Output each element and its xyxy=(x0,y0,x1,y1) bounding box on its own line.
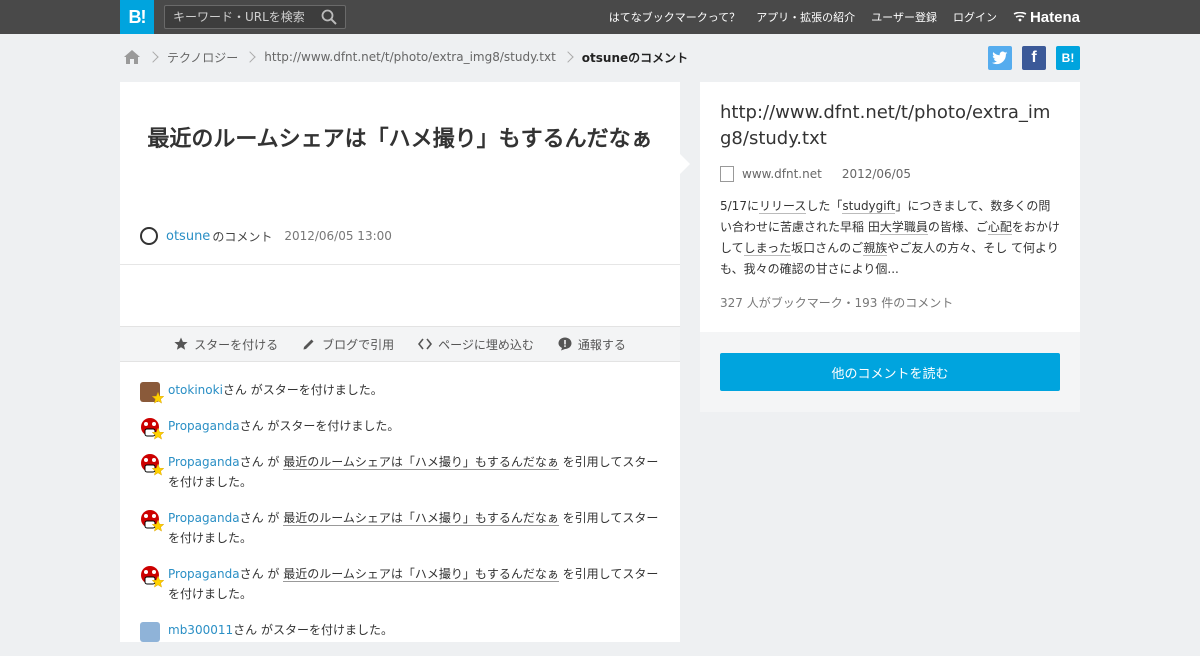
star-user-link[interactable]: Propaganda xyxy=(168,567,240,581)
comment-text: 最近のルームシェアは「ハメ撮り」もするんだなぁ xyxy=(147,127,653,152)
star-icon xyxy=(152,428,164,440)
facebook-share-button[interactable]: f xyxy=(1022,46,1046,70)
top-bar: B! はてなブックマークって？ アプリ・拡張の紹介 ユーザー登録 ログイン Ha… xyxy=(0,0,1200,34)
code-icon xyxy=(418,338,433,350)
home-icon[interactable] xyxy=(123,49,141,65)
pencil-icon xyxy=(303,339,314,350)
comment-panel: 最近のルームシェアは「ハメ撮り」もするんだなぁ otsune のコメント 201… xyxy=(120,82,680,642)
keyword-link[interactable]: リリース xyxy=(758,199,807,214)
star-activity-text: さん がスターを付けました。 xyxy=(233,623,393,637)
entry-date: 2012/06/05 xyxy=(841,167,911,181)
list-item: otokinokiさん がスターを付けました。 xyxy=(140,380,660,404)
star-user-link[interactable]: mb300011 xyxy=(168,623,233,637)
breadcrumb-url[interactable]: http://www.dfnt.net/t/photo/extra_img8/s… xyxy=(264,50,556,64)
hatena-bookmark-logo[interactable]: B! xyxy=(120,0,154,34)
list-item: mb300011さん がスターを付けました。 xyxy=(140,620,660,642)
comment-user-link[interactable]: otsune xyxy=(166,229,210,244)
desc-text: の皆様、ご xyxy=(927,220,988,234)
blog-quote-label: ブログで引用 xyxy=(322,337,395,352)
add-star-label: スターを付ける xyxy=(194,337,279,352)
entry-panel: http://www.dfnt.net/t/photo/extra_img8/s… xyxy=(700,82,1080,412)
comment-user-suffix: のコメント xyxy=(212,229,273,244)
avatar[interactable] xyxy=(140,622,160,642)
top-nav: はてなブックマークって？ アプリ・拡張の紹介 ユーザー登録 ログイン Haten… xyxy=(609,0,1080,34)
star-quote: 最近のルームシェアは「ハメ撮り」もするんだなぁ xyxy=(283,511,559,526)
breadcrumb-category[interactable]: テクノロジー xyxy=(167,49,238,66)
comment-actions: スターを付ける ブログで引用 ページに埋め込む 通報する xyxy=(120,326,680,362)
desc-text: した「 xyxy=(806,199,843,213)
report-label: 通報する xyxy=(577,337,626,352)
star-user-link[interactable]: otokinoki xyxy=(168,383,223,397)
list-item: Propagandaさん が 最近のルームシェアは「ハメ撮り」もするんだなぁ を… xyxy=(140,508,660,548)
star-activity-text: さん が xyxy=(239,567,284,581)
twitter-bird-icon xyxy=(992,51,1008,65)
star-user-link[interactable]: Propaganda xyxy=(168,511,240,525)
report-button[interactable]: 通報する xyxy=(558,336,626,353)
hatena-bookmark-share-button[interactable]: B! xyxy=(1056,46,1080,70)
nav-login[interactable]: ログイン xyxy=(953,9,997,25)
keyword-link[interactable]: しまった xyxy=(743,241,792,256)
read-other-comments-button[interactable]: 他のコメントを読む xyxy=(720,353,1060,391)
star-quote: 最近のルームシェアは「ハメ撮り」もするんだなぁ xyxy=(283,455,559,470)
nav-about[interactable]: はてなブックマークって？ xyxy=(609,9,740,25)
star-icon xyxy=(152,392,164,404)
blog-quote-button[interactable]: ブログで引用 xyxy=(302,336,394,353)
star-icon xyxy=(152,464,164,476)
entry-panel-footer: 他のコメントを読む xyxy=(700,332,1080,412)
panel-pointer xyxy=(680,154,690,174)
comment-date: 2012/06/05 13:00 xyxy=(284,229,392,243)
hatena-brand-label: Hatena xyxy=(1029,8,1080,26)
breadcrumb-current: otsuneのコメント xyxy=(581,50,689,65)
nav-apps[interactable]: アプリ・拡張の紹介 xyxy=(756,9,855,25)
list-item: Propagandaさん が 最近のルームシェアは「ハメ撮り」もするんだなぁ を… xyxy=(140,564,660,604)
search-icon[interactable] xyxy=(321,9,337,25)
star-quote: 最近のルームシェアは「ハメ撮り」もするんだなぁ xyxy=(283,567,559,582)
breadcrumb-separator-icon xyxy=(562,51,574,63)
breadcrumb-separator-icon xyxy=(244,51,256,63)
entry-description: 5/17にリリースした「studygift」につきまして、数多くの問い合わせに苦… xyxy=(720,196,1060,280)
entry-meta: www.dfnt.net 2012/06/05 xyxy=(720,164,911,184)
entry-url[interactable]: http://www.dfnt.net/t/photo/extra_img8/s… xyxy=(720,100,1060,152)
star-icon xyxy=(152,576,164,588)
star-activity-text: さん が xyxy=(239,511,284,525)
twitter-share-button[interactable] xyxy=(988,46,1012,70)
hatena-logo-icon xyxy=(1013,12,1027,22)
add-star-button[interactable]: スターを付ける xyxy=(174,336,278,353)
document-icon xyxy=(720,166,734,182)
star-activity-text: さん がスターを付けました。 xyxy=(222,383,383,397)
list-item: Propagandaさん が 最近のルームシェアは「ハメ撮り」もするんだなぁ を… xyxy=(140,452,660,492)
nav-register[interactable]: ユーザー登録 xyxy=(871,9,937,25)
star-activity-list: otokinokiさん がスターを付けました。 Propagandaさん がスタ… xyxy=(140,380,660,656)
star-icon xyxy=(174,337,188,350)
breadcrumb: テクノロジー http://www.dfnt.net/t/photo/extra… xyxy=(123,47,688,67)
entry-domain[interactable]: www.dfnt.net xyxy=(742,167,822,181)
star-activity-text: さん がスターを付けました。 xyxy=(239,419,400,433)
search-box[interactable] xyxy=(164,5,346,29)
embed-label: ページに埋め込む xyxy=(438,337,534,352)
report-icon xyxy=(558,337,572,351)
keyword-link[interactable]: 親族 xyxy=(863,241,888,256)
divider xyxy=(120,264,680,265)
breadcrumb-separator-icon xyxy=(147,51,159,63)
star-icon xyxy=(152,520,164,532)
star-user-link[interactable]: Propaganda xyxy=(168,455,240,469)
hatena-brand[interactable]: Hatena xyxy=(1013,9,1080,26)
desc-text: 5/17に xyxy=(720,199,759,213)
keyword-link[interactable]: 大学職員 xyxy=(879,220,928,235)
star-activity-text: さん が xyxy=(239,455,284,469)
avatar[interactable] xyxy=(140,227,158,245)
star-user-link[interactable]: Propaganda xyxy=(168,419,240,433)
list-item: Propagandaさん がスターを付けました。 xyxy=(140,416,660,440)
desc-text: 坂口さんのご xyxy=(791,241,864,255)
keyword-link[interactable]: 心配 xyxy=(987,220,1012,235)
embed-button[interactable]: ページに埋め込む xyxy=(418,336,534,353)
keyword-link[interactable]: studygift xyxy=(842,199,896,214)
bookmark-counts[interactable]: 327 人がブックマーク・193 件のコメント xyxy=(720,294,953,311)
search-input[interactable] xyxy=(165,6,315,28)
comment-byline: otsune のコメント 2012/06/05 13:00 xyxy=(140,226,392,246)
